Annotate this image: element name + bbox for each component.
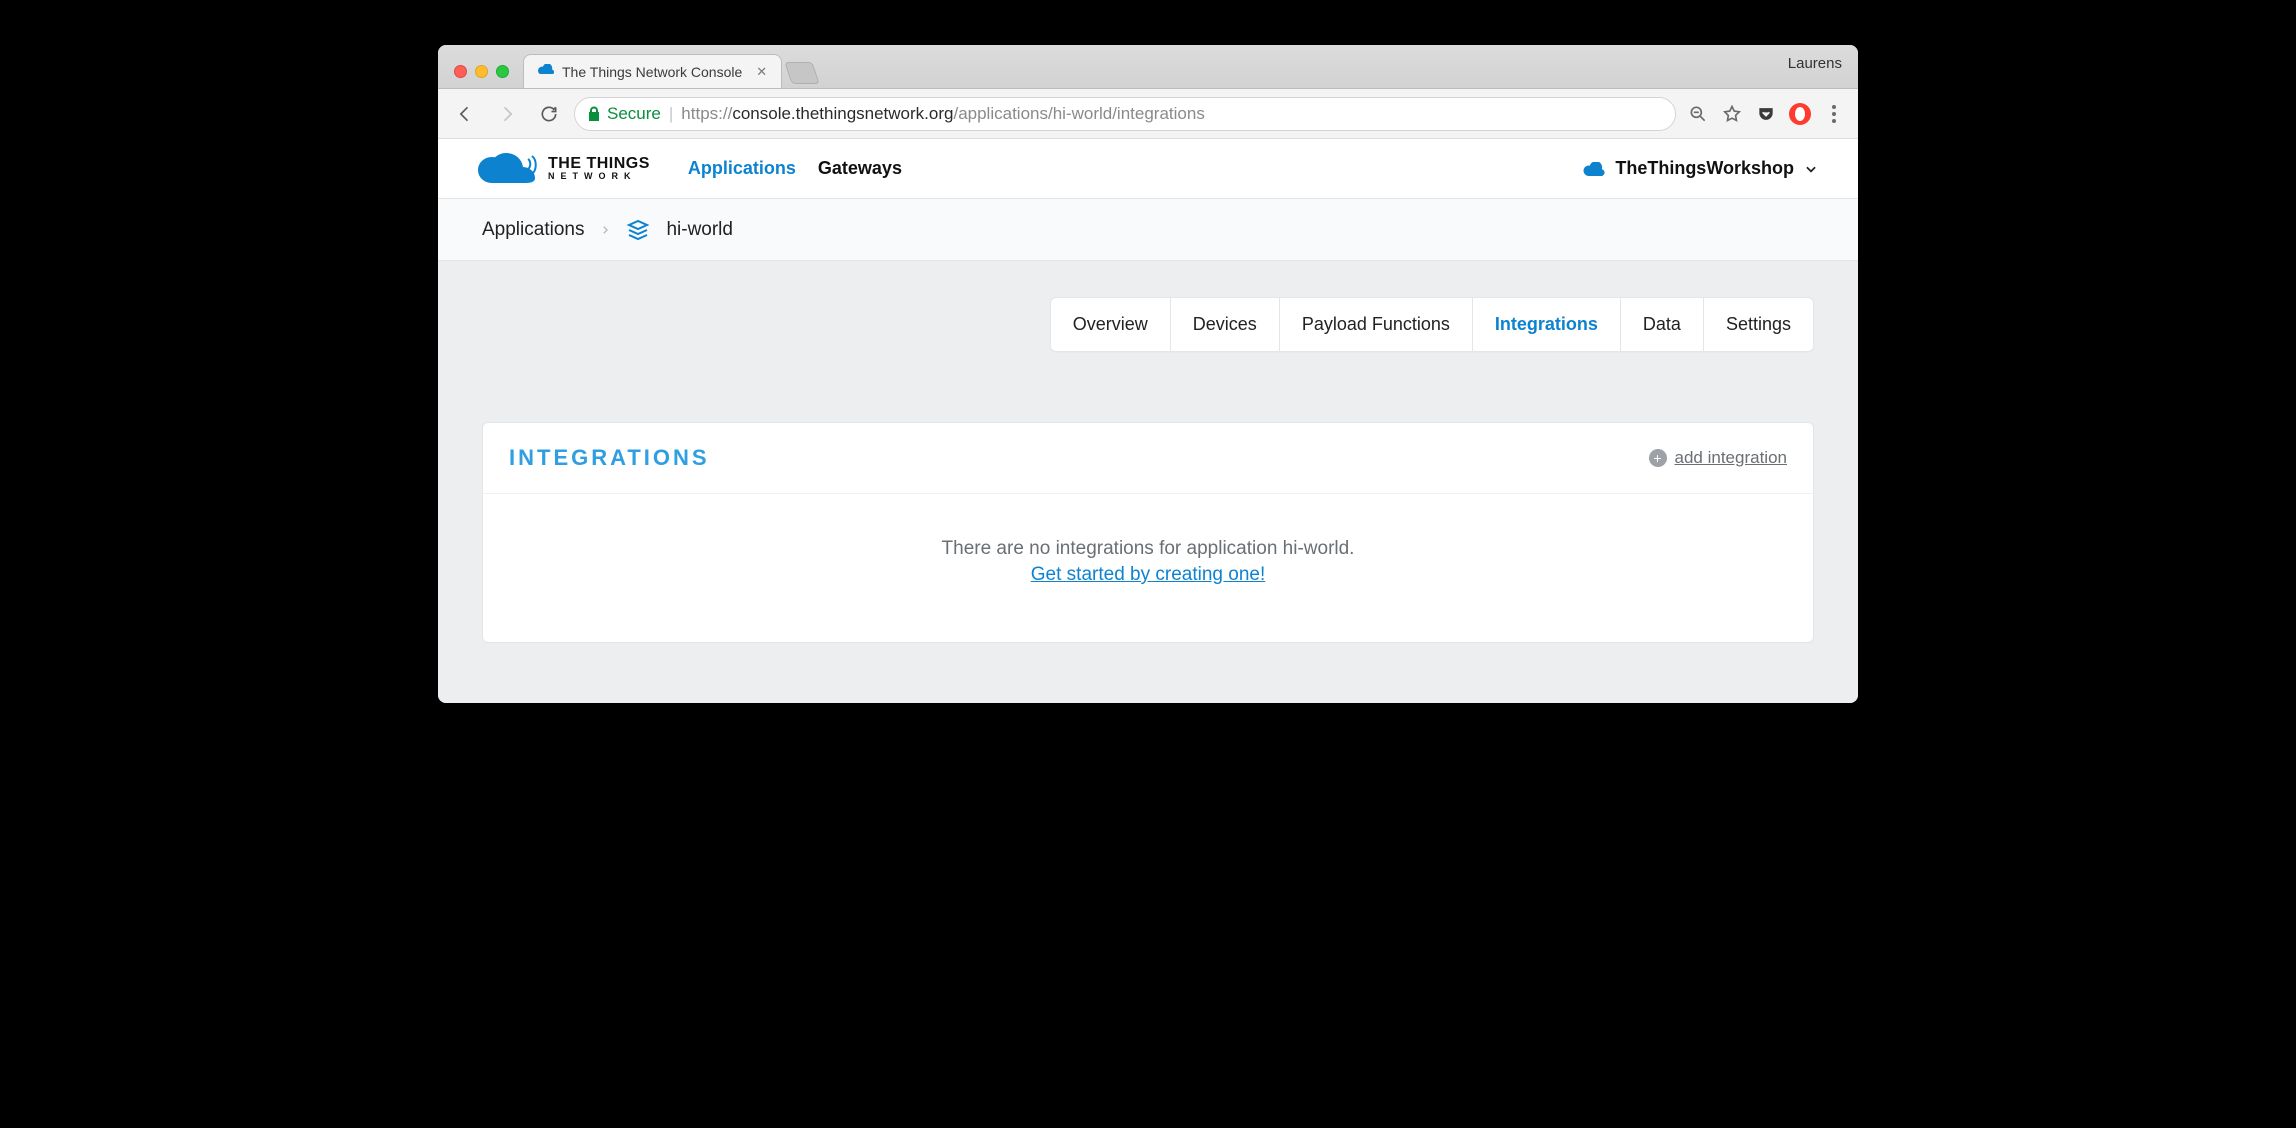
add-integration-label: add integration [1675,448,1787,468]
top-nav: Applications Gateways [688,158,902,179]
close-icon[interactable]: ✕ [756,64,767,80]
window-controls [446,65,517,88]
breadcrumb: Applications hi-world [438,199,1858,261]
content: Overview Devices Payload Functions Integ… [438,261,1858,703]
panel-title: INTEGRATIONS [509,445,710,471]
user-menu[interactable]: TheThingsWorkshop [1583,158,1818,179]
reload-button[interactable] [532,97,566,131]
site-topbar: THE THINGS NETWORK Applications Gateways… [438,139,1858,199]
create-integration-link[interactable]: Get started by creating one! [1031,564,1265,586]
plus-icon: + [1649,449,1667,467]
chevron-down-icon [1804,162,1818,176]
menu-button[interactable] [1820,100,1848,128]
tab-integrations[interactable]: Integrations [1473,298,1621,351]
lock-icon: Secure [587,104,661,124]
browser-tabstrip: The Things Network Console ✕ Laurens [438,45,1858,89]
url-text: https://console.thethingsnetwork.org/app… [681,104,1205,124]
page: THE THINGS NETWORK Applications Gateways… [438,139,1858,703]
user-label: TheThingsWorkshop [1615,158,1794,179]
window-zoom-button[interactable] [496,65,509,78]
tab-devices[interactable]: Devices [1171,298,1280,351]
cloud-icon [1583,162,1605,176]
integrations-panel: INTEGRATIONS + add integration There are… [482,422,1814,643]
forward-button[interactable] [490,97,524,131]
zoom-icon[interactable] [1684,100,1712,128]
tab-overview[interactable]: Overview [1051,298,1171,351]
browser-window: The Things Network Console ✕ Laurens Sec… [438,45,1858,703]
window-close-button[interactable] [454,65,467,78]
cloud-icon [478,153,538,185]
chevron-right-icon [600,223,610,237]
app-tabs: Overview Devices Payload Functions Integ… [1050,297,1814,352]
browser-tab[interactable]: The Things Network Console ✕ [523,54,782,88]
breadcrumb-root[interactable]: Applications [482,219,584,241]
brand-text: THE THINGS NETWORK [548,156,650,181]
toolbar-right-icons [1684,100,1848,128]
secure-label: Secure [607,104,661,124]
application-icon [626,218,650,242]
address-bar[interactable]: Secure | https://console.thethingsnetwor… [574,97,1676,131]
back-button[interactable] [448,97,482,131]
browser-tab-title: The Things Network Console [562,64,742,80]
extension-icon[interactable] [1786,100,1814,128]
cloud-icon [538,64,554,80]
pocket-icon[interactable] [1752,100,1780,128]
tab-data[interactable]: Data [1621,298,1704,351]
chrome-profile-name[interactable]: Laurens [1788,55,1842,72]
star-icon[interactable] [1718,100,1746,128]
add-integration-link[interactable]: + add integration [1649,448,1787,468]
browser-toolbar: Secure | https://console.thethingsnetwor… [438,89,1858,139]
tab-settings[interactable]: Settings [1704,298,1813,351]
window-minimize-button[interactable] [475,65,488,78]
nav-gateways[interactable]: Gateways [818,158,902,179]
breadcrumb-app[interactable]: hi-world [666,219,733,241]
empty-state-text: There are no integrations for applicatio… [503,538,1793,560]
nav-applications[interactable]: Applications [688,158,796,179]
new-tab-button[interactable] [785,62,820,84]
tab-payload-functions[interactable]: Payload Functions [1280,298,1473,351]
brand[interactable]: THE THINGS NETWORK [478,153,650,185]
